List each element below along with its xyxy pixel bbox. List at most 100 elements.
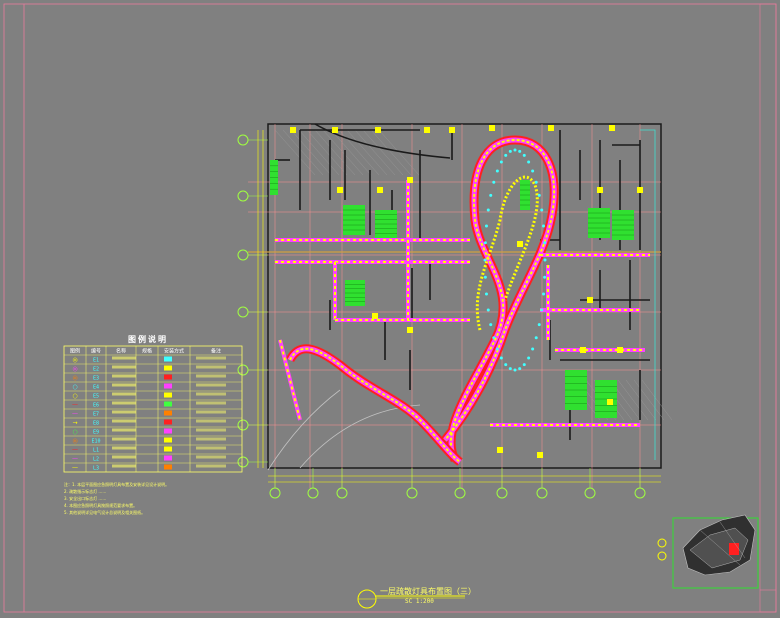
emergency-light-icon xyxy=(543,258,547,262)
legend-name-mark xyxy=(112,356,136,360)
axis-bubble xyxy=(237,134,249,146)
hatch-line xyxy=(354,129,396,176)
legend-name-mark xyxy=(112,428,136,432)
legend-name-mark xyxy=(112,383,136,387)
emergency-light-icon xyxy=(531,169,535,173)
hatch-line xyxy=(641,379,673,421)
emergency-light-icon xyxy=(504,153,508,157)
axis-bubble xyxy=(406,487,418,499)
dimension-lines xyxy=(268,475,661,483)
emergency-light-icon xyxy=(513,368,517,372)
axis-bubble xyxy=(634,487,646,499)
emergency-light-icon xyxy=(522,153,526,157)
hatch-line xyxy=(274,129,316,176)
axis-bubble xyxy=(307,487,319,499)
drawing-scale: SC 1:200 xyxy=(405,598,434,605)
legend-install-mark xyxy=(164,365,172,371)
emergency-light-icon xyxy=(542,292,546,296)
emergency-light-icon xyxy=(508,149,512,153)
emergency-light-icon xyxy=(513,148,517,152)
legend-name-mark xyxy=(112,365,136,369)
exit-sign-icon xyxy=(548,125,554,131)
emergency-light-icon xyxy=(489,193,493,197)
legend-remark-mark xyxy=(196,374,226,378)
legend-install-mark xyxy=(164,410,172,416)
legend-code-cell: E1 xyxy=(93,358,99,364)
exit-sign-icon xyxy=(424,127,430,133)
exit-sign-icon xyxy=(332,127,338,133)
note-3: 3. 安全出口标志灯 …… xyxy=(64,496,107,501)
legend-header-cell: 名称 xyxy=(116,348,126,355)
sheet-outer-frame xyxy=(3,3,777,613)
emergency-light-icon xyxy=(534,180,538,184)
legend-name-mark xyxy=(112,419,136,423)
legend-remark-mark xyxy=(196,419,226,423)
hatch-line xyxy=(298,129,340,176)
legend-remark-mark xyxy=(196,455,226,459)
exit-sign-icon xyxy=(337,187,343,193)
exit-sign-icon xyxy=(372,313,378,319)
note-5: 5. 其他说明详见电气设计总说明及相关图纸。 xyxy=(64,510,146,515)
axis-bubble xyxy=(237,419,249,431)
legend-symbol-cell: — xyxy=(72,411,78,418)
hatch-line xyxy=(330,129,372,176)
legend-code-cell: L2 xyxy=(93,457,99,463)
axis-bubbles-left xyxy=(237,130,268,468)
route-curve-red xyxy=(285,344,463,466)
legend-symbol-cell: ○ xyxy=(72,393,77,400)
emergency-light-icon xyxy=(531,347,535,351)
legend-name-mark xyxy=(112,446,136,450)
hatch-line xyxy=(282,129,324,176)
legend-remark-mark xyxy=(196,365,226,369)
legend-install-mark xyxy=(164,419,172,425)
exit-sign-icon xyxy=(537,452,543,458)
legend-install-mark xyxy=(164,374,172,380)
emergency-light-icon xyxy=(542,224,546,228)
axis-bubble xyxy=(336,487,348,499)
legend-code-cell: E3 xyxy=(93,376,99,382)
cad-drawing: 图例 编号 名称 规格 安装方式 备注 ◎ E1 ◎ E2 ◎ E3 ○ E4 ○ E5 — E6 — E7 → E8 ○ E… xyxy=(3,3,777,613)
emergency-light-icon xyxy=(518,149,522,153)
legend-name-mark xyxy=(112,464,136,468)
legend-remark-mark xyxy=(196,383,226,387)
axis-bubble xyxy=(237,456,249,468)
legend-name-mark xyxy=(112,410,136,414)
hatch-line xyxy=(362,129,404,176)
exit-sign-icon xyxy=(377,187,383,193)
emergency-light-icon xyxy=(495,347,499,351)
legend-remark-mark xyxy=(196,446,226,450)
legend-symbol-cell: — xyxy=(72,447,78,454)
exit-sign-icon xyxy=(290,127,296,133)
axis-bubble xyxy=(237,249,249,261)
legend-notes: 注：1. 本层平面图应急照明灯具布置及安装详见设计说明。 2. 疏散指示标志灯 … xyxy=(64,481,269,516)
legend-install-mark xyxy=(164,356,172,362)
legend-remark-mark xyxy=(196,437,226,441)
exit-sign-icon xyxy=(375,127,381,133)
legend-header-cell: 安装方式 xyxy=(164,348,184,355)
legend-remark-mark xyxy=(196,356,226,360)
note-2: 2. 疏散指示标志灯 …… xyxy=(64,489,107,494)
legend-name-mark xyxy=(112,437,136,441)
floor-plan xyxy=(248,123,673,488)
legend-symbol-cell: ○ xyxy=(72,384,77,391)
emergency-light-icon xyxy=(483,241,487,245)
legend-name-mark xyxy=(112,401,136,405)
emergency-light-icon xyxy=(499,160,503,164)
exit-sign-icon xyxy=(617,347,623,353)
legend-code-cell: E2 xyxy=(93,367,99,373)
legend-code-cell: E8 xyxy=(93,421,99,427)
emergency-light-icon xyxy=(483,258,487,262)
legend-install-mark xyxy=(164,383,172,389)
emergency-light-icon xyxy=(543,275,547,279)
legend-install-mark xyxy=(164,437,172,443)
legend-install-mark xyxy=(164,446,172,452)
legend-code-cell: L3 xyxy=(93,466,99,472)
axis-bubble xyxy=(454,487,466,499)
drawing-title-block: 一层疏散灯具布置图（三） SC 1:200 xyxy=(355,586,476,612)
legend-symbol-cell: → xyxy=(72,420,77,427)
legend-code-cell: E6 xyxy=(93,403,99,409)
exit-sign-icon xyxy=(607,399,613,405)
route-loop-red xyxy=(441,135,559,463)
emergency-light-icon xyxy=(540,308,544,312)
emergency-light-icon xyxy=(484,224,488,228)
